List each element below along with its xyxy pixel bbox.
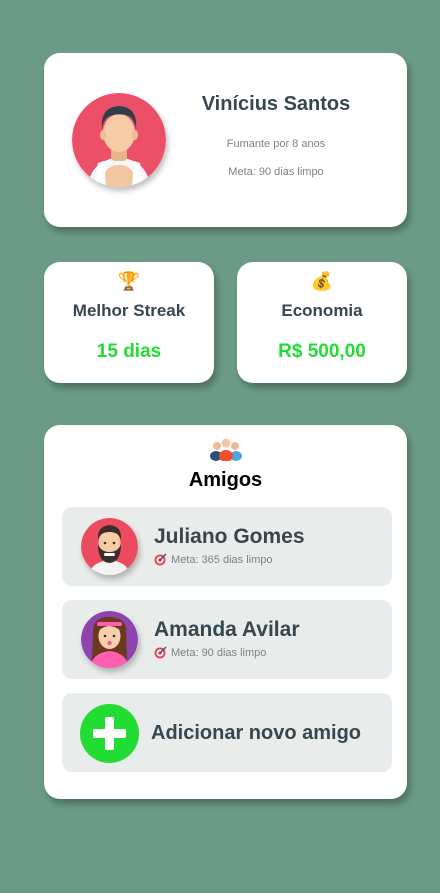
target-icon [154,646,167,659]
profile-name: Vinícius Santos [201,93,351,115]
add-friend-label: Adicionar novo amigo [151,722,362,744]
target-icon [154,553,167,566]
best-streak-label: Melhor Streak [72,301,186,320]
friend-name: Amanda Avilar [154,618,300,641]
friend-row[interactable]: Juliano Gomes Meta: 365 dias limpo [62,507,392,586]
savings-value: R$ 500,00 [278,341,366,362]
trophy-icon: 🏆 [117,271,141,291]
friend-goal-text: Meta: 90 dias limpo [171,646,267,659]
woman-avatar-icon [81,611,138,668]
plus-icon[interactable] [80,704,139,763]
friend-goal: Meta: 90 dias limpo [154,646,266,659]
profile-card: Vinícius Santos Fumante por 8 anos Meta:… [44,53,407,227]
friends-card: Amigos Juliano Gomes Meta: 365 dias limp… [44,425,407,799]
friend-name: Juliano Gomes [154,525,305,548]
friend-goal-text: Meta: 365 dias limpo [171,553,273,566]
people-group-icon [44,437,407,461]
friend-goal: Meta: 365 dias limpo [154,553,273,566]
savings-label: Economia [281,301,363,320]
savings-card: 💰 Economia R$ 500,00 [237,262,407,383]
add-friend-button[interactable]: Adicionar novo amigo [62,693,392,772]
friends-title: Amigos [188,469,263,491]
smoking-duration: Fumante por 8 anos [226,138,326,150]
best-streak-card: 🏆 Melhor Streak 15 dias [44,262,214,383]
money-bag-icon: 💰 [310,271,334,291]
profile-avatar-icon[interactable] [72,93,166,187]
profile-goal: Meta: 90 dias limpo [228,166,324,178]
best-streak-value: 15 dias [96,341,162,362]
friend-row[interactable]: Amanda Avilar Meta: 90 dias limpo [62,600,392,679]
bearded-man-avatar-icon [81,518,138,575]
